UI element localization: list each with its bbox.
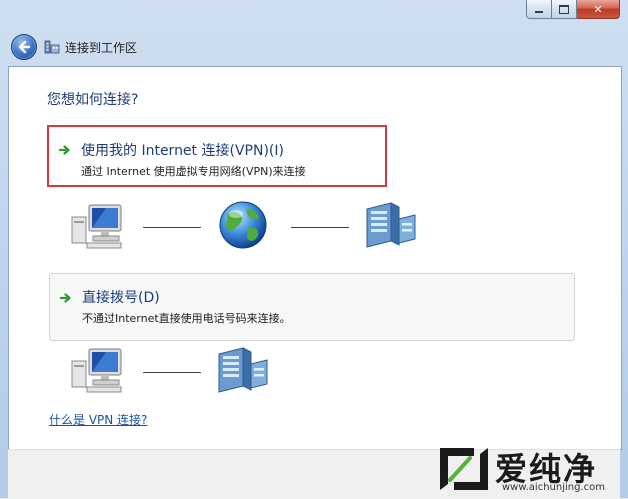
connector-line	[291, 227, 349, 228]
what-is-vpn-link[interactable]: 什么是 VPN 连接?	[49, 411, 147, 428]
option-vpn-description: 通过 Internet 使用虚拟专用网络(VPN)来连接	[81, 165, 306, 178]
watermark-logo-icon	[440, 448, 488, 490]
server-icon	[366, 202, 416, 248]
option-dialup[interactable]: 直接拨号(D) 不通过Internet直接使用电话号码来连接。	[49, 273, 575, 341]
connector-line	[143, 372, 201, 373]
computer-icon	[71, 204, 122, 249]
computer-icon	[71, 348, 122, 393]
watermark-url: www.aichunjing.com	[502, 482, 605, 493]
back-button[interactable]	[11, 34, 37, 60]
minimize-button[interactable]	[526, 0, 552, 19]
option-vpn[interactable]: 使用我的 Internet 连接(VPN)(I) 通过 Internet 使用虚…	[47, 125, 387, 187]
close-icon: ✕	[593, 2, 603, 16]
watermark: 爱纯净 www.aichunjing.com	[432, 440, 628, 498]
option-vpn-title: 使用我的 Internet 连接(VPN)(I)	[81, 143, 284, 159]
page-question: 您想如何连接?	[47, 92, 139, 108]
server-icon	[218, 347, 268, 393]
content-panel: 您想如何连接? 使用我的 Internet 连接(VPN)(I) 通过 Inte…	[8, 66, 622, 450]
back-arrow-icon	[18, 40, 31, 54]
option-dialup-description: 不通过Internet直接使用电话号码来连接。	[82, 312, 291, 325]
green-arrow-icon	[59, 145, 70, 155]
window-title: 连接到工作区	[65, 41, 138, 55]
connector-line	[143, 227, 201, 228]
close-button[interactable]: ✕	[577, 0, 620, 19]
caption-buttons: ✕	[526, 0, 620, 19]
workplace-icon	[44, 40, 60, 54]
minimize-icon	[535, 11, 543, 13]
green-arrow-icon	[60, 293, 71, 303]
globe-icon	[219, 201, 267, 249]
option-dialup-title: 直接拨号(D)	[82, 290, 160, 306]
window-frame: ✕ 连接到工作区 您想如何连接? 使用我的 Internet 连接(VPN)(I…	[0, 0, 628, 499]
maximize-icon	[559, 4, 569, 14]
maximize-button[interactable]	[552, 0, 577, 19]
